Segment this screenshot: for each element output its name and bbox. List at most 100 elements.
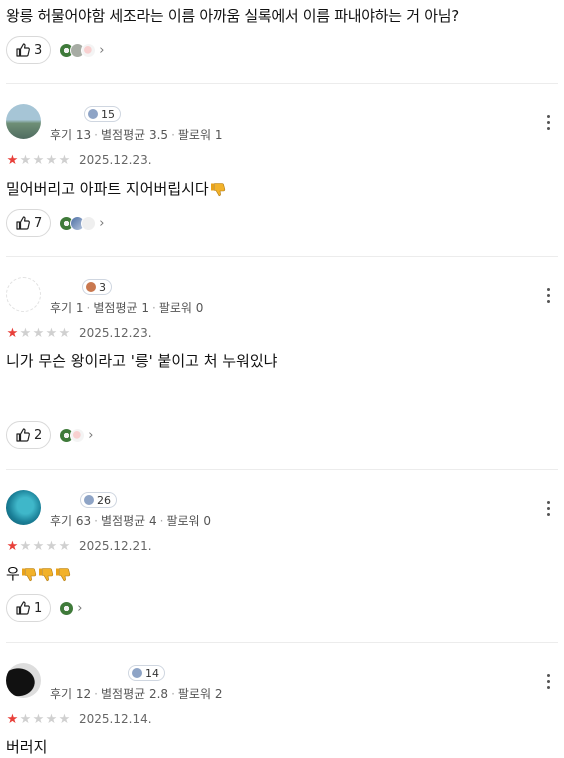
star-icon: ★: [6, 538, 19, 554]
level-badge: 26: [80, 492, 117, 508]
avatar[interactable]: [6, 663, 41, 698]
star-icon: ★: [32, 152, 45, 168]
like-button[interactable]: 1: [6, 594, 52, 622]
star-icon: ★: [6, 325, 19, 341]
review-count: 후기 1: [50, 301, 84, 315]
average-rating: 별점평균 1: [93, 301, 149, 315]
review-count: 후기 12: [50, 687, 92, 701]
like-button[interactable]: 2: [6, 421, 52, 449]
comment-text: 왕릉 허물어야함 세조라는 이름 아까움 실록에서 이름 파내야하는 거 아님?: [6, 7, 459, 25]
follower-count: 팔로워 0: [166, 514, 212, 528]
thumbs-up-icon: [15, 600, 31, 616]
like-count: 7: [34, 215, 43, 231]
average-rating: 별점평균 4: [101, 514, 157, 528]
star-icon: ★: [45, 152, 58, 168]
liker-avatars[interactable]: ›: [59, 600, 83, 616]
review-body: 밀어버리고 아파트 지어버립시다: [6, 180, 209, 198]
reaction-row: 1 ›: [6, 594, 82, 622]
like-count: 2: [34, 427, 43, 443]
divider: [6, 469, 558, 470]
star-icon: ★: [32, 325, 45, 341]
more-options-button[interactable]: [540, 285, 556, 305]
reaction-row: 3 ›: [6, 36, 104, 64]
follower-count: 팔로워 1: [177, 128, 223, 142]
star-icon: ★: [58, 538, 71, 554]
more-options-button[interactable]: [540, 498, 556, 518]
level-badge: 15: [84, 106, 121, 122]
more-options-button[interactable]: [540, 671, 556, 691]
level-badge: 3: [82, 279, 112, 295]
like-button[interactable]: 7: [6, 209, 52, 237]
like-count: 3: [34, 42, 43, 58]
review-count: 후기 63: [50, 514, 92, 528]
divider: [6, 642, 558, 643]
thumbs-up-icon: [15, 427, 31, 443]
average-rating: 별점평균 2.8: [101, 687, 169, 701]
review-text: 우: [6, 563, 71, 584]
level-icon: [132, 668, 142, 678]
thumbs-down-emoji-icon: [55, 566, 71, 582]
star-icon: ★: [19, 152, 32, 168]
level-badge: 14: [128, 665, 165, 681]
divider: [6, 83, 558, 84]
level-value: 14: [145, 666, 159, 680]
star-icon: ★: [6, 711, 19, 727]
user-meta: 후기 12 · 별점평균 2.8 · 팔로워 2: [50, 687, 223, 701]
avatar[interactable]: [6, 104, 41, 139]
star-icon: ★: [45, 711, 58, 727]
liker-avatar: [81, 215, 97, 231]
liker-avatar: [70, 427, 86, 443]
reaction-row: 2 ›: [6, 421, 93, 449]
rating-row: ★ ★ ★ ★ ★ 2025.12.23.: [6, 326, 152, 340]
liker-avatars[interactable]: ›: [59, 427, 94, 443]
liker-avatar: [81, 42, 97, 58]
rating-row: ★ ★ ★ ★ ★ 2025.12.14.: [6, 712, 152, 726]
level-icon: [86, 282, 96, 292]
star-icon: ★: [45, 325, 58, 341]
review-date: 2025.12.23.: [79, 326, 152, 340]
chevron-right-icon: ›: [88, 427, 94, 443]
average-rating: 별점평균 3.5: [101, 128, 169, 142]
level-value: 3: [99, 280, 106, 294]
more-options-button[interactable]: [540, 112, 556, 132]
thumbs-down-emoji-icon: [210, 181, 226, 197]
reaction-row: 7 ›: [6, 209, 104, 237]
thumbs-down-emoji-icon: [38, 566, 54, 582]
user-meta: 후기 63 · 별점평균 4 · 팔로워 0: [50, 514, 212, 528]
chevron-right-icon: ›: [77, 600, 83, 616]
divider: [6, 256, 558, 257]
liker-avatar: [59, 600, 75, 616]
star-icon: ★: [19, 711, 32, 727]
review-date: 2025.12.21.: [79, 539, 152, 553]
thumbs-up-icon: [15, 215, 31, 231]
star-icon: ★: [6, 152, 19, 168]
follower-count: 팔로워 0: [158, 301, 204, 315]
review-body: 버러지: [6, 738, 48, 756]
like-button[interactable]: 3: [6, 36, 52, 64]
chevron-right-icon: ›: [99, 42, 105, 58]
review-date: 2025.12.23.: [79, 153, 152, 167]
star-icon: ★: [19, 325, 32, 341]
avatar[interactable]: [6, 277, 41, 312]
review-date: 2025.12.14.: [79, 712, 152, 726]
level-value: 26: [97, 493, 111, 507]
liker-avatars[interactable]: ›: [59, 215, 105, 231]
review-text: 니가 무슨 왕이라고 '릉' 붙이고 처 누워있냐: [6, 350, 277, 371]
avatar[interactable]: [6, 490, 41, 525]
user-meta: 후기 1 · 별점평균 1 · 팔로워 0: [50, 301, 204, 315]
level-icon: [88, 109, 98, 119]
rating-row: ★ ★ ★ ★ ★ 2025.12.21.: [6, 539, 152, 553]
level-icon: [84, 495, 94, 505]
thumbs-up-icon: [15, 42, 31, 58]
star-icon: ★: [58, 152, 71, 168]
star-icon: ★: [58, 325, 71, 341]
review-text: 밀어버리고 아파트 지어버립시다: [6, 178, 226, 199]
review-count: 후기 13: [50, 128, 92, 142]
level-value: 15: [101, 107, 115, 121]
star-icon: ★: [32, 711, 45, 727]
chevron-right-icon: ›: [99, 215, 105, 231]
star-icon: ★: [19, 538, 32, 554]
review-body: 니가 무슨 왕이라고 '릉' 붙이고 처 누워있냐: [6, 352, 278, 370]
star-icon: ★: [58, 711, 71, 727]
liker-avatars[interactable]: ›: [59, 42, 105, 58]
